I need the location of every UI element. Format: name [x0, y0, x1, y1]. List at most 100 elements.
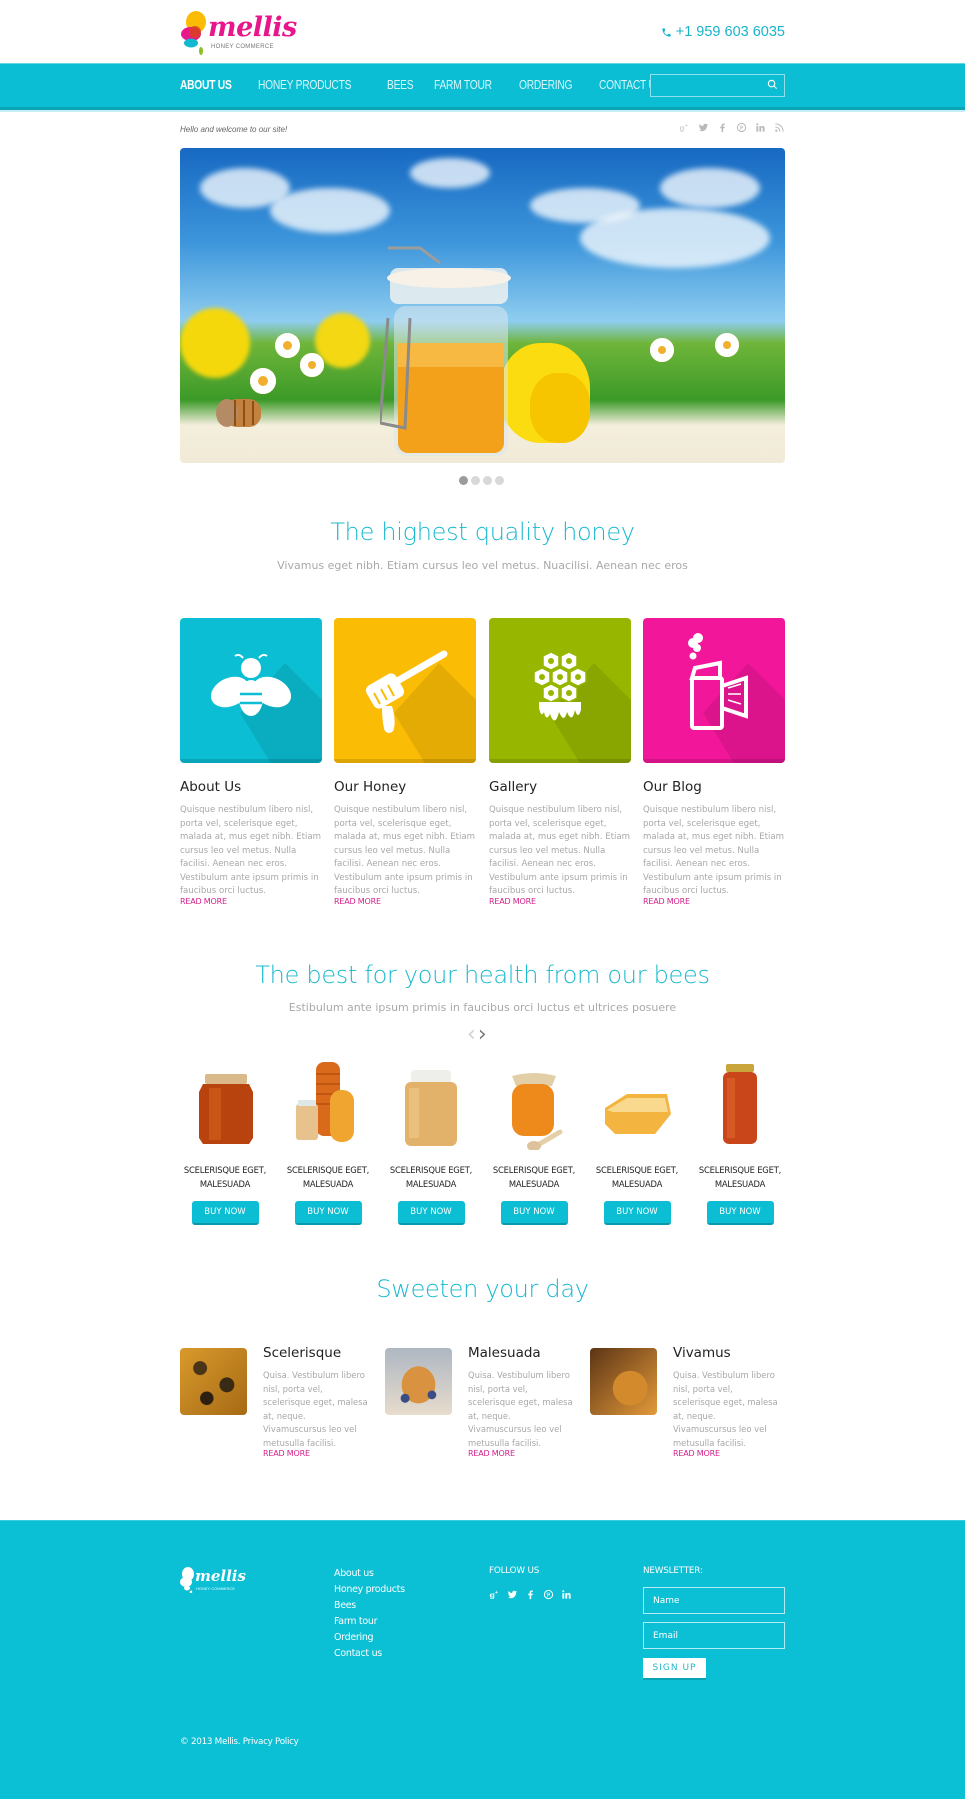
- blog-title[interactable]: Vivamus: [673, 1345, 731, 1361]
- rss-icon[interactable]: [774, 122, 785, 136]
- read-more-link[interactable]: READ MORE: [643, 897, 690, 906]
- nav-item-farm-tour[interactable]: FARM TOUR: [434, 78, 492, 92]
- search-icon[interactable]: [767, 79, 778, 90]
- footer-link-honey-products[interactable]: Honey products: [334, 1582, 405, 1598]
- pinterest-icon[interactable]: [543, 1589, 554, 1603]
- product-name-line2: MALESUADA: [302, 1179, 354, 1189]
- product-name-line1: SCELERISQUE EGET,: [698, 1165, 782, 1175]
- blog-image-honey-dipper-pour[interactable]: [590, 1348, 657, 1415]
- feature-tile-gallery[interactable]: [489, 618, 631, 763]
- twitter-icon[interactable]: [507, 1589, 518, 1603]
- section-title-health: The best for your health from our bees: [255, 961, 710, 989]
- logo-wordmark: mellis: [208, 12, 297, 43]
- product-image-honey-jar-with-dipper[interactable]: [484, 1060, 584, 1151]
- product-name[interactable]: SCELERISQUE EGET, MALESUADA: [278, 1163, 378, 1191]
- read-more-link[interactable]: READ MORE: [180, 897, 227, 906]
- newsletter-name-input[interactable]: [643, 1587, 785, 1614]
- product-name-line2: MALESUADA: [508, 1179, 560, 1189]
- buy-now-button[interactable]: BUY NOW: [397, 1201, 465, 1225]
- phone-number[interactable]: +1 959 603 6035: [661, 24, 785, 40]
- read-more-link[interactable]: READ MORE: [673, 1449, 720, 1458]
- linkedin-icon[interactable]: [755, 122, 766, 136]
- copyright[interactable]: © 2013 Mellis. Privacy Policy: [180, 1737, 299, 1747]
- footer-link-contact-us[interactable]: Contact us: [334, 1646, 405, 1662]
- blog-text: Quisa. Vestibulum libero nisl, porta vel…: [468, 1370, 573, 1448]
- slider-dot-1[interactable]: [459, 476, 468, 485]
- facebook-icon[interactable]: [717, 122, 728, 136]
- feature-tile-our-honey[interactable]: [334, 618, 476, 763]
- bee-icon: [210, 653, 322, 763]
- nav-item-honey-products[interactable]: HONEY PRODUCTS: [258, 78, 351, 92]
- buy-now-button[interactable]: BUY NOW: [500, 1201, 568, 1225]
- product-name[interactable]: SCELERISQUE EGET, MALESUADA: [175, 1163, 275, 1191]
- section-title-sweeten: Sweeten your day: [376, 1275, 589, 1303]
- footer-link-farm-tour[interactable]: Farm tour: [334, 1614, 405, 1630]
- hero-slider[interactable]: [180, 148, 785, 463]
- buy-now-button[interactable]: BUY NOW: [603, 1201, 671, 1225]
- product-name[interactable]: SCELERISQUE EGET, MALESUADA: [587, 1163, 687, 1191]
- google-plus-icon[interactable]: g +: [679, 122, 690, 136]
- svg-text:+: +: [685, 123, 689, 129]
- nav-item-about-us[interactable]: ABOUT US: [180, 78, 232, 92]
- product-image-honey-jar-hexagonal[interactable]: [175, 1060, 275, 1150]
- slider-dot-2[interactable]: [471, 476, 480, 485]
- footer-logo-wordmark: mellis: [195, 1567, 246, 1585]
- product-image-honeycomb-piece[interactable]: [587, 1060, 687, 1150]
- butterfly-logo-icon: [181, 11, 206, 55]
- feature-text: Quisque nestibulum libero nisl, porta ve…: [180, 805, 322, 896]
- feature-tile-our-blog[interactable]: [643, 618, 785, 763]
- carousel-arrows: ‹ ›: [467, 1024, 487, 1046]
- chevron-right-icon[interactable]: ›: [478, 1024, 487, 1046]
- read-more-link[interactable]: READ MORE: [334, 897, 381, 906]
- signup-button[interactable]: SIGN UP: [643, 1658, 706, 1680]
- read-more-link[interactable]: READ MORE: [468, 1449, 515, 1458]
- feature-title: Gallery: [489, 779, 538, 795]
- blog-title[interactable]: Scelerisque: [263, 1345, 341, 1361]
- product-card: SCELERISQUE EGET, MALESUADA BUY NOW: [690, 1060, 790, 1225]
- product-image-tall-honey-jar[interactable]: [690, 1060, 790, 1150]
- buy-now-button[interactable]: BUY NOW: [294, 1201, 362, 1225]
- logo[interactable]: mellis HONEY COMMERCE: [180, 10, 297, 58]
- footer-link-ordering[interactable]: Ordering: [334, 1630, 405, 1646]
- blog-title[interactable]: Malesuada: [468, 1345, 541, 1361]
- feature-tile-about-us[interactable]: [180, 618, 322, 763]
- pinterest-icon[interactable]: [736, 122, 747, 136]
- chevron-left-icon[interactable]: ‹: [467, 1024, 476, 1046]
- read-more-link[interactable]: READ MORE: [489, 897, 536, 906]
- google-plus-icon[interactable]: g +: [489, 1589, 500, 1603]
- footer-link-bees[interactable]: Bees: [334, 1598, 405, 1614]
- footer-logo[interactable]: mellis HONEY COMMERCE: [180, 1567, 260, 1601]
- slider-dot-3[interactable]: [483, 476, 492, 485]
- product-image-honey-jars-group[interactable]: [278, 1060, 378, 1150]
- product-name[interactable]: SCELERISQUE EGET, MALESUADA: [690, 1163, 790, 1191]
- read-more-link[interactable]: READ MORE: [263, 1449, 310, 1458]
- welcome-text: Hello and welcome to our site!: [180, 125, 288, 134]
- slider-dot-4[interactable]: [495, 476, 504, 485]
- nav-item-ordering[interactable]: ORDERING: [519, 78, 573, 92]
- newsletter-email-input[interactable]: [643, 1622, 785, 1649]
- honeycomb-icon: [533, 651, 631, 763]
- product-name-line2: MALESUADA: [611, 1179, 663, 1189]
- search-input[interactable]: [651, 75, 761, 96]
- linkedin-icon[interactable]: [561, 1589, 572, 1603]
- product-name-line2: MALESUADA: [714, 1179, 766, 1189]
- phone-text: +1 959 603 6035: [675, 24, 785, 40]
- svg-text:g: g: [679, 123, 684, 132]
- nav-item-bees[interactable]: BEES: [387, 78, 414, 92]
- logo-tagline: HONEY COMMERCE: [211, 44, 274, 50]
- feature-text: Quisque nestibulum libero nisl, porta ve…: [334, 805, 476, 896]
- twitter-icon[interactable]: [698, 122, 709, 136]
- facebook-icon[interactable]: [525, 1589, 536, 1603]
- product-name[interactable]: SCELERISQUE EGET, MALESUADA: [484, 1163, 584, 1191]
- buy-now-button[interactable]: BUY NOW: [706, 1201, 774, 1225]
- blog-text: Quisa. Vestibulum libero nisl, porta vel…: [263, 1370, 368, 1448]
- buy-now-button[interactable]: BUY NOW: [191, 1201, 259, 1225]
- product-card: SCELERISQUE EGET, MALESUADA BUY NOW: [278, 1060, 378, 1225]
- product-name[interactable]: SCELERISQUE EGET, MALESUADA: [381, 1163, 481, 1191]
- blog-image-bees-on-honeycomb[interactable]: [180, 1348, 247, 1415]
- product-image-creamed-honey-jar[interactable]: [381, 1060, 481, 1150]
- blog-image-pancakes-with-honey[interactable]: [385, 1348, 452, 1415]
- footer-link-about-us[interactable]: About us: [334, 1566, 405, 1582]
- product-name-line1: SCELERISQUE EGET,: [492, 1165, 576, 1175]
- product-name-line1: SCELERISQUE EGET,: [286, 1165, 370, 1175]
